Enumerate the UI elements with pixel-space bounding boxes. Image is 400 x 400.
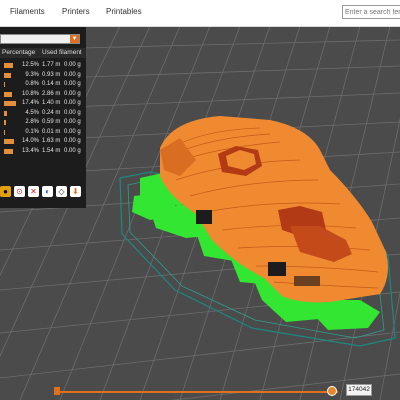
table-row: 0.1% 0.01 m 0.00 g bbox=[0, 128, 86, 138]
percentage-bar bbox=[4, 148, 13, 154]
percentage-bar bbox=[4, 72, 11, 78]
view-options-toolbar: ● ⊙ ✕ ◐ ◇ ⬇ bbox=[0, 186, 86, 200]
wheel-front bbox=[268, 262, 286, 276]
tool-marker-icon[interactable]: ⬇ bbox=[70, 186, 81, 197]
nav-link-printers[interactable]: Printers bbox=[62, 7, 90, 16]
filament-stats-panel: ▼ Percentage Used filament 12.5% 1.77 m 0.… bbox=[0, 26, 86, 208]
column-header-used-filament: Used filament bbox=[42, 49, 82, 56]
percentage-value: 17.4% bbox=[21, 100, 39, 106]
wipe-icon[interactable]: ◐ bbox=[42, 186, 53, 197]
shells-icon[interactable]: ◇ bbox=[56, 186, 67, 197]
weight-value: 0.00 g bbox=[64, 100, 81, 106]
weight-value: 0.00 g bbox=[64, 62, 81, 68]
percentage-value: 12.5% bbox=[21, 62, 39, 68]
view-type-select[interactable]: ▼ bbox=[0, 34, 80, 44]
nav-link-printables[interactable]: Printables bbox=[106, 7, 142, 16]
layer-slider-value: 174042 bbox=[346, 384, 372, 396]
travel-icon[interactable]: ⊙ bbox=[14, 186, 25, 197]
length-value: 0.93 m bbox=[42, 71, 61, 78]
percentage-bar bbox=[4, 129, 5, 135]
table-row: 0.8% 0.14 m 0.00 g bbox=[0, 80, 86, 90]
retraction-icon[interactable]: ✕ bbox=[28, 186, 39, 197]
table-row: 10.8% 2.86 m 0.00 g bbox=[0, 90, 86, 100]
percentage-value: 9.3% bbox=[25, 71, 39, 78]
nav-link-filaments[interactable]: Filaments bbox=[10, 7, 45, 16]
length-value: 1.40 m bbox=[42, 100, 61, 106]
column-header-percentage: Percentage bbox=[2, 49, 36, 56]
percentage-bar bbox=[4, 63, 13, 68]
weight-value: 0.00 g bbox=[64, 90, 81, 97]
search-input[interactable] bbox=[342, 5, 400, 19]
front-bumper bbox=[294, 276, 320, 286]
table-row: 9.3% 0.93 m 0.00 g bbox=[0, 71, 86, 81]
weight-value: 0.00 g bbox=[64, 147, 81, 154]
length-value: 1.77 m bbox=[42, 62, 61, 68]
stats-table-header: Percentage Used filament bbox=[0, 48, 86, 58]
chevron-down-icon[interactable]: ▼ bbox=[70, 35, 79, 43]
percentage-bar bbox=[4, 101, 16, 106]
length-value: 0.14 m bbox=[42, 81, 61, 87]
percentage-value: 13.4% bbox=[21, 147, 39, 154]
legend-icon[interactable]: ● bbox=[0, 186, 11, 197]
weight-value: 0.00 g bbox=[64, 71, 81, 78]
percentage-value: 10.8% bbox=[21, 90, 39, 97]
percentage-bar bbox=[4, 139, 14, 144]
length-value: 1.54 m bbox=[42, 147, 61, 154]
weight-value: 0.00 g bbox=[64, 138, 81, 144]
percentage-value: 2.8% bbox=[25, 119, 39, 125]
percentage-bar bbox=[4, 110, 7, 116]
layer-slider-thumb[interactable] bbox=[327, 386, 337, 396]
table-row: 17.4% 1.40 m 0.00 g bbox=[0, 99, 86, 109]
wheel-rear bbox=[196, 210, 212, 224]
weight-value: 0.00 g bbox=[64, 109, 81, 116]
table-row: 12.5% 1.77 m 0.00 g bbox=[0, 61, 86, 71]
length-value: 0.59 m bbox=[42, 119, 61, 125]
percentage-value: 0.8% bbox=[25, 81, 39, 87]
percentage-value: 14.0% bbox=[21, 138, 39, 144]
length-value: 2.86 m bbox=[42, 90, 61, 97]
layer-slider-track[interactable] bbox=[58, 391, 338, 393]
top-nav-bar: Filaments Printers Printables bbox=[0, 0, 400, 27]
length-value: 0.01 m bbox=[42, 128, 61, 135]
weight-value: 0.00 g bbox=[64, 81, 81, 87]
length-value: 0.24 m bbox=[42, 109, 61, 116]
percentage-bar bbox=[4, 120, 6, 125]
table-row: 2.8% 0.59 m 0.00 g bbox=[0, 118, 86, 128]
table-row: 4.5% 0.24 m 0.00 g bbox=[0, 109, 86, 119]
weight-value: 0.00 g bbox=[64, 128, 81, 135]
table-row: 14.0% 1.63 m 0.00 g bbox=[0, 137, 86, 147]
length-value: 1.63 m bbox=[42, 138, 61, 144]
percentage-bar bbox=[4, 82, 5, 87]
percentage-value: 0.1% bbox=[25, 128, 39, 135]
percentage-value: 4.5% bbox=[25, 109, 39, 116]
stats-table-body: 12.5% 1.77 m 0.00 g 9.3% 0.93 m 0.00 g 0.8% 0.1… bbox=[0, 61, 86, 156]
weight-value: 0.00 g bbox=[64, 119, 81, 125]
percentage-bar bbox=[4, 91, 12, 97]
table-row: 13.4% 1.54 m 0.00 g bbox=[0, 147, 86, 157]
